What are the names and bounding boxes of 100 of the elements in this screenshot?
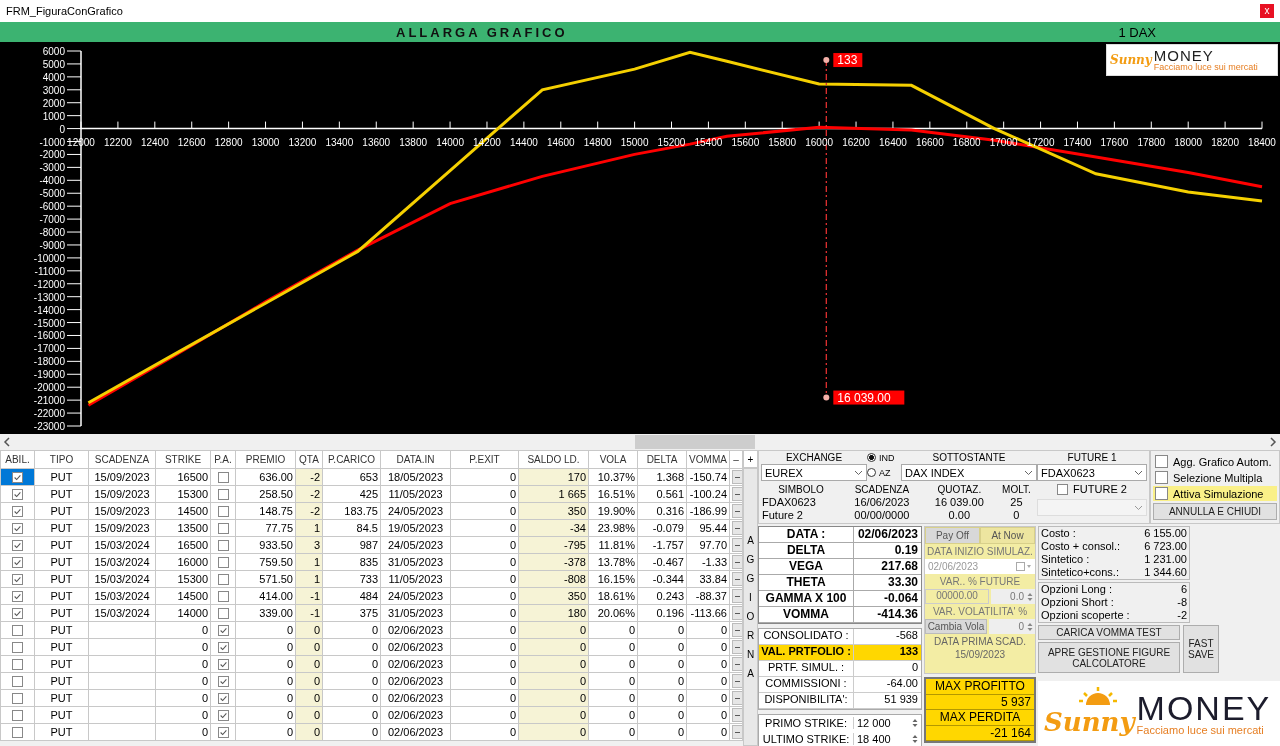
max-loss-value: -21 164 [926, 725, 1034, 741]
table-cell: 0 [588, 655, 638, 673]
remove-row-button[interactable]: – [732, 640, 742, 654]
remove-row-button[interactable]: – [732, 521, 742, 535]
checkbox[interactable] [217, 642, 229, 654]
load-vomma-test-button[interactable]: CARICA VOMMA TEST [1038, 625, 1180, 640]
remove-row-button[interactable]: – [732, 691, 742, 705]
remove-row-button[interactable]: – [732, 538, 742, 552]
remove-row-button[interactable]: – [732, 674, 742, 688]
scroll-right-icon[interactable] [1269, 437, 1277, 447]
greek-value: -0.064 [882, 591, 919, 606]
checkbox[interactable] [217, 506, 229, 518]
table-cell: 0 [686, 689, 730, 707]
table-cell: 0 [588, 672, 638, 690]
checkbox[interactable] [12, 642, 23, 654]
checkbox[interactable] [12, 608, 23, 620]
scroll-left-icon[interactable] [3, 437, 11, 447]
remove-row-button[interactable]: – [732, 606, 742, 620]
checkbox[interactable] [12, 472, 23, 484]
open-figures-button[interactable]: APRE GESTIONE FIGURE CALCOLATORE [1038, 642, 1180, 673]
checkbox[interactable] [217, 676, 229, 688]
table-cell: 16.15% [588, 570, 638, 588]
chevron-down-icon[interactable] [854, 469, 863, 476]
enlarge-chart-button[interactable]: ALLARGA GRAFICO [390, 24, 574, 40]
checkbox[interactable] [217, 591, 229, 603]
checkbox[interactable] [12, 557, 23, 569]
remove-row-button[interactable]: – [732, 504, 742, 518]
checkbox[interactable] [217, 727, 229, 739]
table-cell-text: Future 2 [761, 509, 804, 522]
chevron-down-icon[interactable] [1024, 469, 1033, 476]
radio-option[interactable]: IND [867, 452, 901, 463]
option-checkbox[interactable]: Attiva Simulazione [1153, 486, 1277, 501]
y-axis-label: -2000 [39, 149, 65, 161]
fast-save-button[interactable]: FAST SAVE [1183, 625, 1219, 673]
checkbox[interactable] [12, 540, 23, 552]
checkbox[interactable] [12, 591, 23, 603]
checkbox[interactable] [12, 489, 23, 501]
checkbox[interactable] [12, 693, 23, 705]
cancel-close-button[interactable]: ANNULLA E CHIUDI [1153, 503, 1277, 520]
future-price-field[interactable]: 00000.00 [925, 589, 989, 604]
checkbox[interactable] [12, 506, 23, 518]
x-axis-label: 13600 [362, 136, 391, 148]
checkbox[interactable] [217, 523, 229, 535]
table-cell: 0 [322, 723, 381, 741]
checkbox[interactable] [12, 523, 23, 535]
strike-spinner[interactable]: 12 000 [854, 717, 921, 729]
add-row-button[interactable]: + [743, 450, 758, 468]
remove-row-button[interactable]: – [732, 725, 742, 739]
future-dropdown[interactable]: FDAX0623 [1037, 464, 1147, 481]
strike-spinner[interactable]: 18 400 [854, 733, 921, 745]
remove-row-button[interactable]: – [732, 657, 742, 671]
underlying-dropdown[interactable]: DAX INDEX [901, 464, 1037, 481]
checkbox[interactable] [12, 625, 23, 637]
summary-label: CONSOLIDATO : [759, 629, 854, 644]
table-cell [88, 621, 156, 639]
remove-row-button[interactable]: – [732, 487, 742, 501]
remove-row-button[interactable]: – [732, 572, 742, 586]
remove-row-button[interactable]: – [732, 589, 742, 603]
volatility-spinner[interactable]: 0 [989, 619, 1035, 634]
mode-tab[interactable]: At Now [980, 527, 1035, 544]
column-header: TIPO [34, 450, 89, 469]
y-axis-label: -6000 [39, 201, 65, 213]
checkbox[interactable] [12, 710, 23, 722]
future-variation-spinner[interactable]: 0.0 [991, 589, 1035, 604]
checkbox[interactable] [217, 557, 229, 569]
checkbox[interactable] [12, 659, 23, 671]
checkbox[interactable] [217, 693, 229, 705]
exchange-dropdown[interactable]: EUREX [761, 464, 867, 481]
checkbox[interactable] [217, 625, 229, 637]
checkbox[interactable] [217, 659, 229, 671]
remove-row-button[interactable]: – [732, 470, 742, 484]
checkbox[interactable] [217, 540, 229, 552]
greek-value: 33.30 [886, 575, 919, 590]
first-expiry-label: DATA PRIMA SCAD. [933, 636, 1027, 647]
refresh-button[interactable]: AGGIORNA [743, 468, 758, 746]
remove-row-button[interactable]: – [732, 555, 742, 569]
window-title: FRM_FiguraConGrafico [6, 5, 123, 17]
table-cell: 02/06/2023 [380, 655, 451, 673]
mode-tab[interactable]: Pay Off [925, 527, 980, 544]
chevron-down-icon[interactable] [1134, 469, 1143, 476]
radio-option[interactable]: AZ [867, 467, 901, 478]
checkbox[interactable] [217, 710, 229, 722]
close-button[interactable]: x [1260, 4, 1274, 18]
greek-value: 02/06/2023 [856, 527, 919, 542]
table-cell: 0 [450, 706, 519, 724]
checkbox[interactable] [217, 574, 229, 586]
checkbox[interactable] [217, 472, 229, 484]
checkbox[interactable] [217, 489, 229, 501]
option-checkbox[interactable]: Agg. Grafico Autom. [1153, 454, 1277, 469]
change-volatility-button[interactable]: Cambia Vola [925, 619, 987, 634]
checkbox[interactable] [12, 727, 23, 739]
remove-row-button[interactable]: – [732, 708, 742, 722]
option-checkbox[interactable]: Selezione Multipla [1153, 470, 1277, 485]
checkbox[interactable] [217, 608, 229, 620]
scrollbar-thumb[interactable] [635, 435, 755, 449]
checkbox[interactable] [12, 574, 23, 586]
remove-row-button[interactable]: – [732, 623, 742, 637]
cost-value: 6 723.00 [1144, 540, 1187, 553]
checkbox[interactable] [12, 676, 23, 688]
table-cell: 0 [450, 485, 519, 503]
